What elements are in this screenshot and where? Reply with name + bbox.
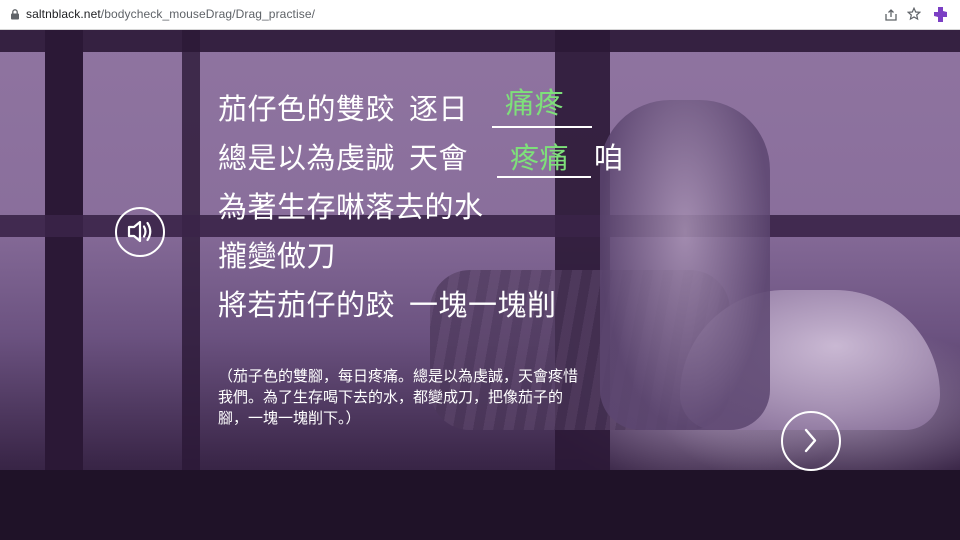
url-host: saltnblack.net bbox=[26, 7, 101, 21]
lyric-text: 一塊一塊削 bbox=[409, 288, 557, 322]
lock-icon bbox=[11, 9, 19, 20]
chevron-right-icon bbox=[804, 428, 817, 453]
lyric-line-4: 攏變做刀 bbox=[218, 239, 337, 273]
drop-slot-2-underline-bottom bbox=[497, 176, 591, 178]
star-icon[interactable] bbox=[907, 7, 921, 21]
lyrics-block: 茄仔色的雙跤 逐日 痛疼 總是以為虔誠 天會 疼痛 咱 為著生存啉落去的水 攏變做刀… bbox=[218, 85, 623, 330]
browser-address-bar[interactable]: saltnblack.net/bodycheck_mouseDrag/Drag_… bbox=[0, 0, 960, 30]
lyric-text: 逐日 bbox=[409, 92, 469, 126]
lyric-line-3: 為著生存啉落去的水 bbox=[218, 190, 484, 224]
photo-foot bbox=[600, 100, 770, 430]
lyric-text: 天會 bbox=[409, 141, 469, 175]
drop-slot-1-answer[interactable]: 痛疼 bbox=[505, 79, 564, 128]
photo-background: 茄仔色的雙跤 逐日 痛疼 總是以為虔誠 天會 疼痛 咱 為著生存啉落去的水 攏變做刀… bbox=[0, 30, 960, 540]
url-text[interactable]: saltnblack.net/bodycheck_mouseDrag/Drag_… bbox=[26, 7, 315, 21]
photo-floor bbox=[0, 470, 960, 540]
extension-icon[interactable] bbox=[932, 6, 949, 23]
url-path: /bodycheck_mouseDrag/Drag_practise/ bbox=[100, 7, 316, 21]
mandarin-translation: （茄子色的雙腳，每日疼痛。總是以為虔誠，天會疼惜我們。為了生存喝下去的水，都變成… bbox=[218, 367, 579, 427]
lyric-text: 總是以為虔誠 bbox=[218, 141, 396, 175]
window-top-bar bbox=[0, 30, 960, 52]
share-icon[interactable] bbox=[884, 8, 898, 22]
audio-play-button[interactable] bbox=[115, 207, 165, 257]
window-post-left bbox=[45, 30, 83, 540]
next-button[interactable] bbox=[781, 411, 841, 471]
lyric-line-2: 總是以為虔誠 天會 疼痛 咱 bbox=[218, 126, 623, 183]
window-post-middle bbox=[182, 30, 200, 540]
lyric-line-5: 將若茄仔的跤 一塊一塊削 bbox=[218, 281, 557, 330]
speaker-icon bbox=[127, 220, 152, 243]
lyric-text: 茄仔色的雙跤 bbox=[218, 92, 396, 126]
drop-slot-2-underline bbox=[497, 126, 591, 128]
lyric-text: 將若茄仔的跤 bbox=[218, 288, 396, 322]
lyric-text: 咱 bbox=[594, 141, 624, 175]
